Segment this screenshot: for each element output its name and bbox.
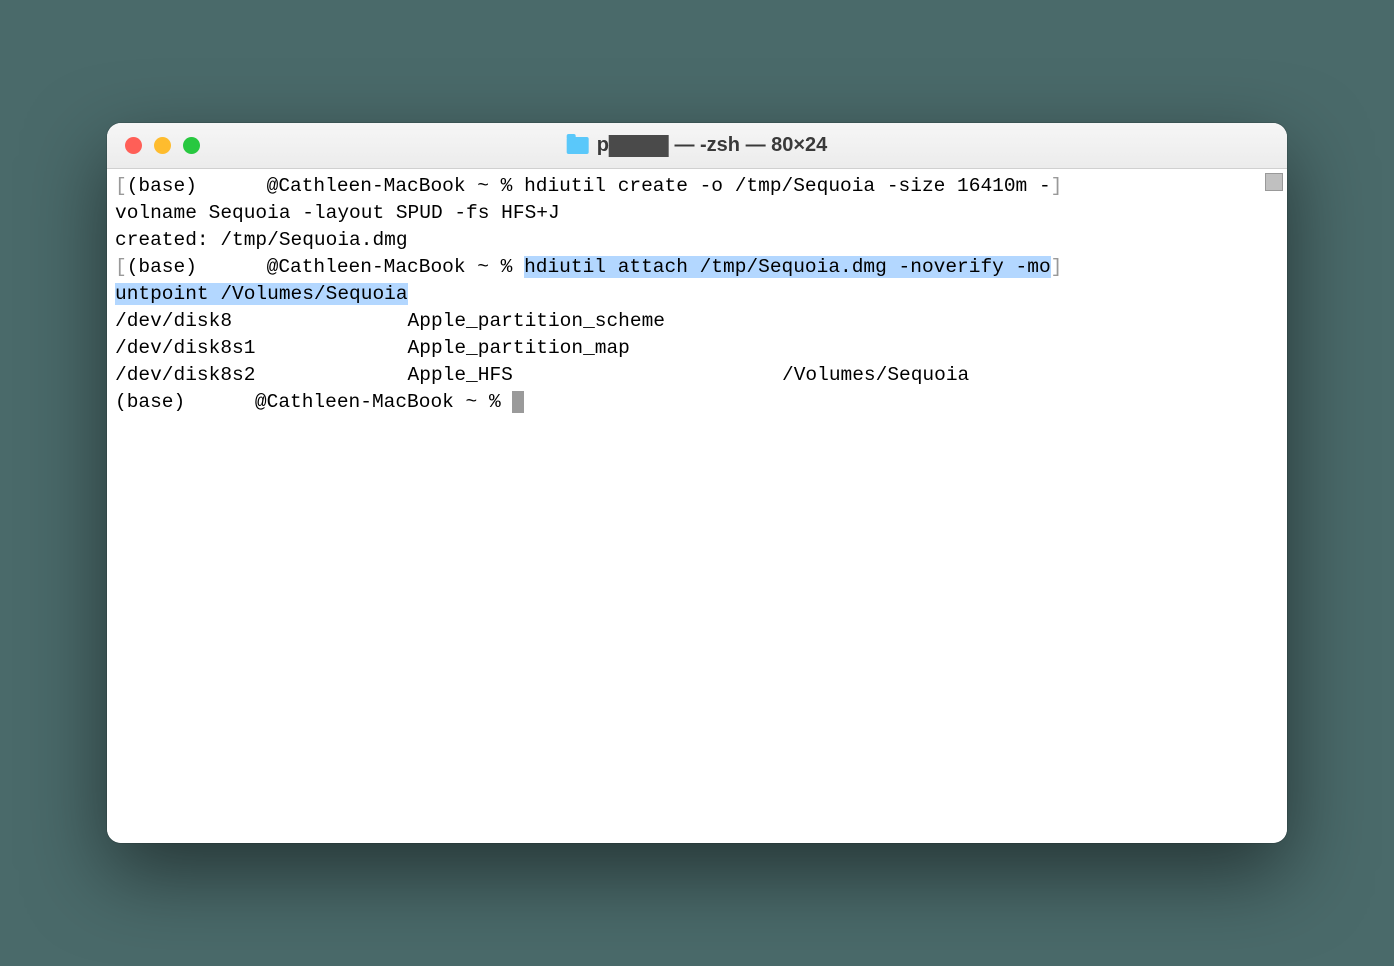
- title-obscured: [609, 135, 669, 157]
- titlebar[interactable]: p — -zsh — 80×24: [107, 123, 1287, 169]
- prompt-prefix: (base): [115, 391, 197, 413]
- prompt-prefix: (base): [127, 256, 209, 278]
- prompt-host: @Cathleen-MacBook ~ %: [255, 391, 512, 413]
- terminal-line-9: (base) @Cathleen-MacBook ~ %: [115, 389, 1279, 416]
- cursor-icon: [512, 391, 524, 413]
- window-title: p — -zsh — 80×24: [567, 134, 828, 157]
- terminal-line-8: /dev/disk8s2 Apple_HFS /Volumes/Sequoia: [115, 362, 1279, 389]
- bracket-open: [: [115, 256, 127, 278]
- title-prefix: p: [597, 134, 609, 156]
- username-obscured: [197, 393, 255, 413]
- terminal-content[interactable]: [(base) @Cathleen-MacBook ~ % hdiutil cr…: [107, 169, 1287, 843]
- prompt-prefix: (base): [127, 175, 209, 197]
- terminal-line-5: untpoint /Volumes/Sequoia: [115, 281, 1279, 308]
- username-obscured: [209, 177, 267, 197]
- terminal-line-2: volname Sequoia -layout SPUD -fs HFS+J: [115, 200, 1279, 227]
- title-suffix: — -zsh — 80×24: [669, 134, 827, 156]
- bracket-close: ]: [1051, 175, 1063, 197]
- terminal-line-6: /dev/disk8 Apple_partition_scheme: [115, 308, 1279, 335]
- scroll-indicator-icon[interactable]: [1265, 173, 1283, 191]
- command-text: hdiutil create -o /tmp/Sequoia -size 164…: [524, 175, 1051, 197]
- zoom-button[interactable]: [183, 137, 200, 154]
- minimize-button[interactable]: [154, 137, 171, 154]
- terminal-line-4: [(base) @Cathleen-MacBook ~ % hdiutil at…: [115, 254, 1279, 281]
- selected-command-cont: untpoint /Volumes/Sequoia: [115, 283, 408, 305]
- username-obscured: [209, 258, 267, 278]
- terminal-line-1: [(base) @Cathleen-MacBook ~ % hdiutil cr…: [115, 173, 1279, 200]
- terminal-line-7: /dev/disk8s1 Apple_partition_map: [115, 335, 1279, 362]
- bracket-close: ]: [1051, 256, 1063, 278]
- prompt-host: @Cathleen-MacBook ~ %: [267, 256, 524, 278]
- traffic-lights: [125, 137, 200, 154]
- prompt-host: @Cathleen-MacBook ~ %: [267, 175, 524, 197]
- selected-command: hdiutil attach /tmp/Sequoia.dmg -noverif…: [524, 256, 1051, 278]
- close-button[interactable]: [125, 137, 142, 154]
- bracket-open: [: [115, 175, 127, 197]
- terminal-line-3: created: /tmp/Sequoia.dmg: [115, 227, 1279, 254]
- folder-icon: [567, 137, 589, 154]
- terminal-window: p — -zsh — 80×24 [(base) @Cathleen-MacBo…: [107, 123, 1287, 843]
